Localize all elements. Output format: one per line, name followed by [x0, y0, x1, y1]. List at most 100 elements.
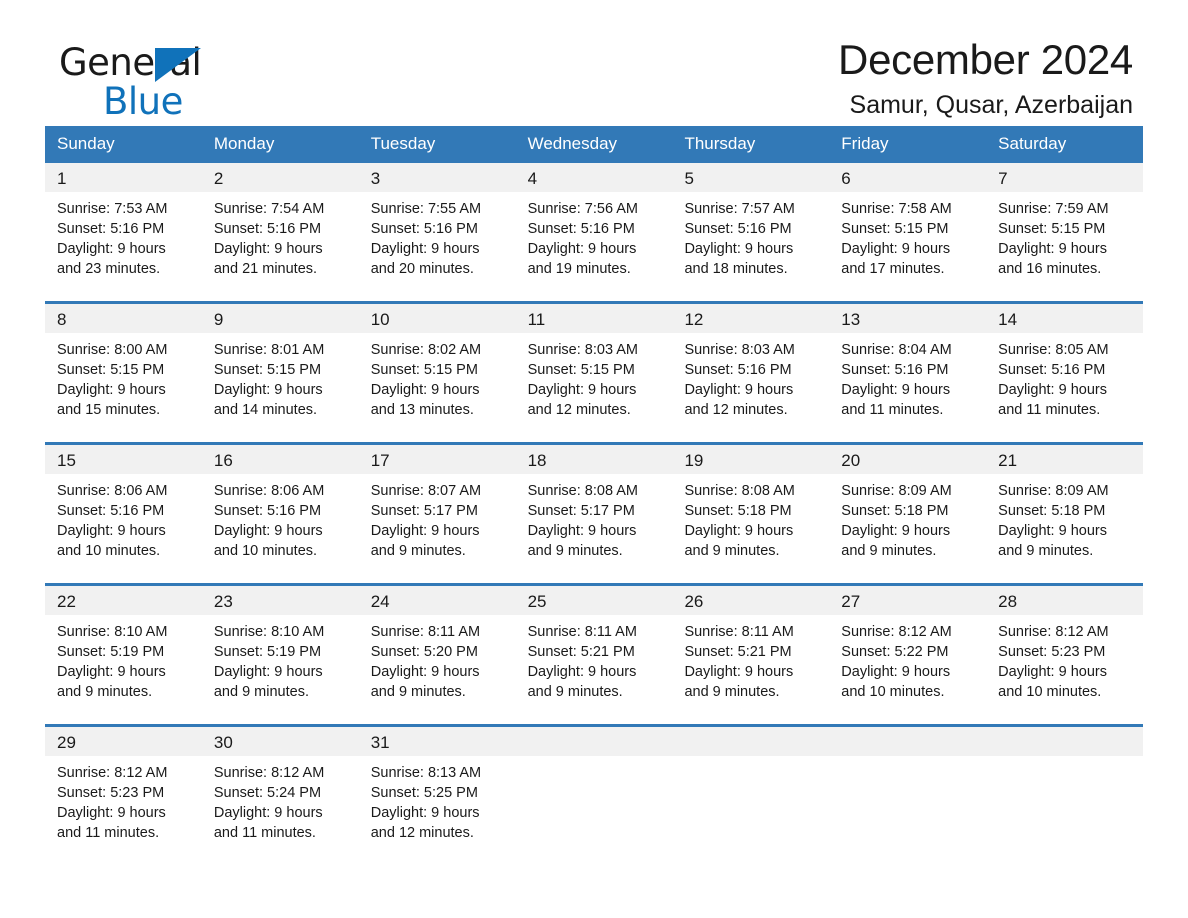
day-cell[interactable]: Sunrise: 8:12 AM Sunset: 5:24 PM Dayligh…: [202, 756, 359, 843]
day-cell[interactable]: Sunrise: 8:12 AM Sunset: 5:23 PM Dayligh…: [986, 615, 1143, 702]
day-cell[interactable]: Sunrise: 7:59 AM Sunset: 5:15 PM Dayligh…: [986, 192, 1143, 279]
daylight-text-line2: and 19 minutes.: [527, 261, 631, 277]
sunrise-text: Sunrise: 7:53 AM: [57, 201, 168, 217]
daylight-text-line1: Daylight: 9 hours: [57, 241, 166, 257]
day-number[interactable]: 2: [202, 163, 359, 192]
day-number[interactable]: 21: [986, 445, 1143, 474]
day-number[interactable]: 29: [45, 727, 202, 756]
sunset-text: Sunset: 5:18 PM: [841, 503, 949, 519]
daylight-text-line1: Daylight: 9 hours: [213, 382, 323, 398]
day-cell[interactable]: Sunrise: 8:05 AM Sunset: 5:16 PM Dayligh…: [986, 333, 1143, 420]
day-cell[interactable]: Sunrise: 7:58 AM Sunset: 5:15 PM Dayligh…: [829, 192, 986, 279]
week-row: 8 9 10 11 12 13 14 Sunrise: 8:00 AM Suns…: [45, 301, 1143, 442]
day-cell[interactable]: Sunrise: 8:11 AM Sunset: 5:21 PM Dayligh…: [672, 615, 829, 702]
day-cell[interactable]: Sunrise: 7:56 AM Sunset: 5:16 PM Dayligh…: [516, 192, 673, 279]
daylight-text-line1: Daylight: 9 hours: [213, 805, 323, 821]
sunset-text: Sunset: 5:20 PM: [370, 644, 478, 660]
day-number[interactable]: 10: [359, 304, 516, 333]
day-cell[interactable]: Sunrise: 8:02 AM Sunset: 5:15 PM Dayligh…: [359, 333, 516, 420]
day-number[interactable]: 28: [986, 586, 1143, 615]
day-number[interactable]: 9: [202, 304, 359, 333]
day-number[interactable]: 4: [516, 163, 673, 192]
day-cell[interactable]: Sunrise: 7:55 AM Sunset: 5:16 PM Dayligh…: [359, 192, 516, 279]
daylight-text-line2: and 11 minutes.: [998, 402, 1101, 418]
day-cell[interactable]: Sunrise: 8:11 AM Sunset: 5:20 PM Dayligh…: [359, 615, 516, 702]
day-number[interactable]: 18: [516, 445, 673, 474]
day-number[interactable]: 19: [672, 445, 829, 474]
day-cell[interactable]: Sunrise: 8:11 AM Sunset: 5:21 PM Dayligh…: [516, 615, 673, 702]
sunset-text: Sunset: 5:23 PM: [998, 644, 1106, 660]
general-blue-logo: General Blue: [59, 44, 202, 120]
sunset-text: Sunset: 5:16 PM: [57, 221, 165, 237]
day-number[interactable]: 27: [829, 586, 986, 615]
day-cell[interactable]: Sunrise: 8:10 AM Sunset: 5:19 PM Dayligh…: [45, 615, 202, 702]
sunrise-text: Sunrise: 7:55 AM: [370, 201, 482, 217]
day-number[interactable]: 20: [829, 445, 986, 474]
day-number[interactable]: 3: [359, 163, 516, 192]
day-number[interactable]: 11: [516, 304, 673, 333]
day-cell[interactable]: Sunrise: 8:12 AM Sunset: 5:22 PM Dayligh…: [829, 615, 986, 702]
daylight-text-line2: and 10 minutes.: [57, 543, 161, 559]
day-cell[interactable]: Sunrise: 8:03 AM Sunset: 5:16 PM Dayligh…: [672, 333, 829, 420]
logo-triangle-icon: [155, 48, 201, 82]
daylight-text-line1: Daylight: 9 hours: [370, 382, 480, 398]
daylight-text-line2: and 10 minutes.: [213, 543, 318, 559]
sunrise-text: Sunrise: 7:54 AM: [213, 201, 325, 217]
day-cell[interactable]: Sunrise: 8:03 AM Sunset: 5:15 PM Dayligh…: [516, 333, 673, 420]
day-cell[interactable]: Sunrise: 8:09 AM Sunset: 5:18 PM Dayligh…: [986, 474, 1143, 561]
daylight-text-line1: Daylight: 9 hours: [527, 241, 637, 257]
sunset-text: Sunset: 5:16 PM: [213, 503, 322, 519]
day-cell[interactable]: Sunrise: 7:57 AM Sunset: 5:16 PM Dayligh…: [672, 192, 829, 279]
day-number[interactable]: 6: [829, 163, 986, 192]
day-cell[interactable]: Sunrise: 8:01 AM Sunset: 5:15 PM Dayligh…: [202, 333, 359, 420]
day-number[interactable]: 13: [829, 304, 986, 333]
day-number[interactable]: 30: [202, 727, 359, 756]
day-number[interactable]: 7: [986, 163, 1143, 192]
sunrise-text: Sunrise: 8:10 AM: [213, 624, 325, 640]
day-cell[interactable]: Sunrise: 8:00 AM Sunset: 5:15 PM Dayligh…: [45, 333, 202, 420]
day-cell[interactable]: Sunrise: 8:08 AM Sunset: 5:17 PM Dayligh…: [516, 474, 673, 561]
daylight-text-line2: and 9 minutes.: [370, 684, 466, 700]
daylight-text-line2: and 9 minutes.: [57, 684, 153, 700]
day-cell[interactable]: Sunrise: 8:08 AM Sunset: 5:18 PM Dayligh…: [672, 474, 829, 561]
daylight-text-line2: and 16 minutes.: [998, 261, 1102, 277]
daylight-text-line2: and 15 minutes.: [57, 402, 161, 418]
day-number[interactable]: 1: [45, 163, 202, 192]
day-number[interactable]: 25: [516, 586, 673, 615]
day-cell[interactable]: Sunrise: 8:09 AM Sunset: 5:18 PM Dayligh…: [829, 474, 986, 561]
daylight-text-line1: Daylight: 9 hours: [841, 664, 951, 680]
day-cell[interactable]: Sunrise: 8:10 AM Sunset: 5:19 PM Dayligh…: [202, 615, 359, 702]
sunrise-text: Sunrise: 8:09 AM: [998, 483, 1109, 499]
day-number[interactable]: 31: [359, 727, 516, 756]
day-cell[interactable]: Sunrise: 8:13 AM Sunset: 5:25 PM Dayligh…: [359, 756, 516, 843]
day-number[interactable]: 8: [45, 304, 202, 333]
day-number[interactable]: 17: [359, 445, 516, 474]
sunrise-text: Sunrise: 8:06 AM: [213, 483, 325, 499]
day-number[interactable]: 22: [45, 586, 202, 615]
day-number[interactable]: 24: [359, 586, 516, 615]
day-number[interactable]: 16: [202, 445, 359, 474]
sunrise-text: Sunrise: 7:56 AM: [527, 201, 638, 217]
day-cell[interactable]: Sunrise: 8:04 AM Sunset: 5:16 PM Dayligh…: [829, 333, 986, 420]
day-cell[interactable]: Sunrise: 8:06 AM Sunset: 5:16 PM Dayligh…: [45, 474, 202, 561]
day-cell[interactable]: Sunrise: 7:53 AM Sunset: 5:16 PM Dayligh…: [45, 192, 202, 279]
daylight-text-line1: Daylight: 9 hours: [370, 523, 480, 539]
day-cell[interactable]: Sunrise: 8:12 AM Sunset: 5:23 PM Dayligh…: [45, 756, 202, 843]
daylight-text-line1: Daylight: 9 hours: [998, 241, 1107, 257]
day-number-empty: [829, 727, 986, 756]
day-number[interactable]: 12: [672, 304, 829, 333]
daylight-text-line1: Daylight: 9 hours: [370, 241, 480, 257]
daylight-text-line1: Daylight: 9 hours: [213, 523, 323, 539]
day-number[interactable]: 26: [672, 586, 829, 615]
day-cell[interactable]: Sunrise: 8:07 AM Sunset: 5:17 PM Dayligh…: [359, 474, 516, 561]
day-number[interactable]: 15: [45, 445, 202, 474]
day-number[interactable]: 14: [986, 304, 1143, 333]
day-cell[interactable]: Sunrise: 7:54 AM Sunset: 5:16 PM Dayligh…: [202, 192, 359, 279]
day-number[interactable]: 5: [672, 163, 829, 192]
day-cell[interactable]: Sunrise: 8:06 AM Sunset: 5:16 PM Dayligh…: [202, 474, 359, 561]
sunset-text: Sunset: 5:16 PM: [841, 362, 949, 378]
weekday-header-row: Sunday Monday Tuesday Wednesday Thursday…: [45, 126, 1143, 163]
sunset-text: Sunset: 5:22 PM: [841, 644, 949, 660]
sunset-text: Sunset: 5:15 PM: [57, 362, 165, 378]
day-number[interactable]: 23: [202, 586, 359, 615]
